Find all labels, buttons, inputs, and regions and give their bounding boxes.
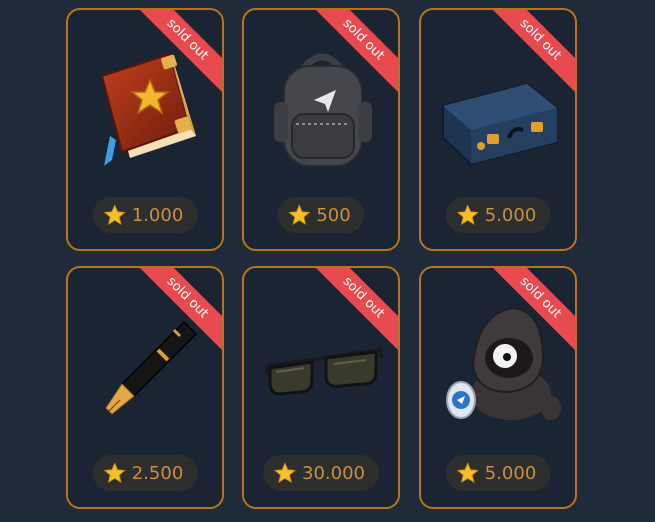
price-tag: 1.000 (92, 197, 198, 233)
gift-card-book[interactable]: sold out 1.000 (66, 8, 224, 251)
gift-card-backpack[interactable]: sold out 500 (242, 8, 400, 251)
star-icon (274, 462, 296, 483)
fountain-pen-icon (105, 320, 198, 415)
price-value: 2.500 (131, 462, 184, 484)
gift-card-sunglasses[interactable]: sold out 30.000 (242, 266, 400, 509)
gift-grid: sold out 1.000 sold out 500 sold out 5.0… (0, 0, 655, 522)
gift-card-pen[interactable]: sold out 2.500 (66, 266, 224, 509)
price-value: 1.000 (131, 204, 184, 226)
price-tag: 30.000 (263, 455, 379, 491)
star-icon (103, 204, 126, 225)
briefcase-icon (442, 82, 558, 166)
price-value: 30.000 (302, 462, 365, 484)
hooded-plush-icon (446, 306, 561, 420)
spellbook-icon (100, 52, 196, 166)
price-value: 500 (316, 204, 351, 226)
price-tag: 5.000 (445, 197, 551, 233)
star-icon (288, 204, 311, 225)
star-icon (103, 462, 126, 483)
gift-card-plush[interactable]: sold out 5.000 (419, 266, 577, 509)
sunglasses-icon (264, 347, 384, 396)
price-tag: 500 (277, 197, 365, 233)
backpack-icon (274, 53, 372, 167)
price-tag: 2.500 (92, 455, 198, 491)
star-icon (456, 204, 479, 225)
gift-card-briefcase[interactable]: sold out 5.000 (419, 8, 577, 251)
star-icon (456, 462, 479, 483)
price-value: 5.000 (484, 462, 537, 484)
price-tag: 5.000 (445, 455, 551, 491)
price-value: 5.000 (484, 204, 537, 226)
